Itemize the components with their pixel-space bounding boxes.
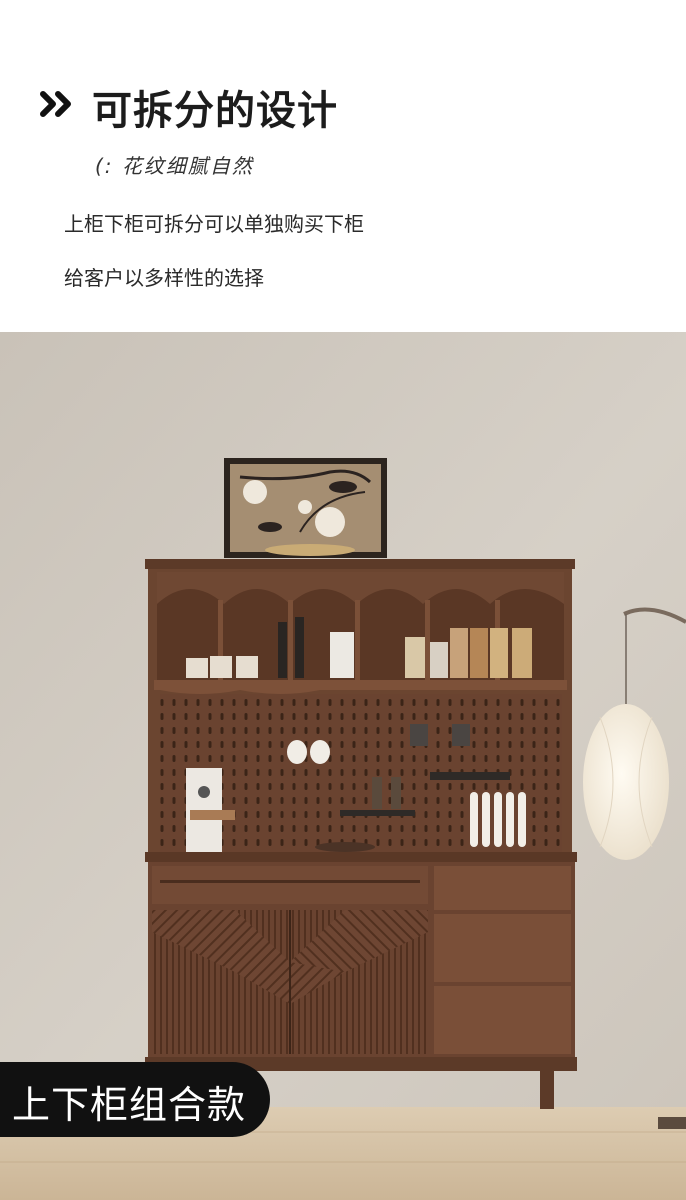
description-line-2: 给客户以多样性的选择	[64, 266, 264, 290]
badge-label: 上下柜组合款	[12, 1083, 247, 1127]
framed-picture	[224, 458, 387, 558]
double-chevron-right-icon	[40, 91, 71, 117]
description-line-1: 上柜下柜可拆分可以单独购买下柜	[64, 212, 364, 236]
page-title: 可拆分的设计	[92, 88, 338, 134]
header-section: 可拆分的设计 (: 花纹细腻自然 上柜下柜可拆分可以单独购买下柜 给客户以多样性…	[0, 0, 686, 332]
combo-style-badge: 上下柜组合款	[0, 1062, 270, 1137]
cabinet	[145, 559, 577, 1109]
page-subtitle: (: 花纹细腻自然	[95, 154, 254, 178]
